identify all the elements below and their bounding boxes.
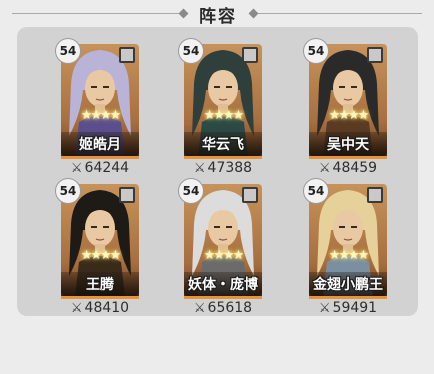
card-accent-bar bbox=[309, 156, 387, 159]
combat-power: ⚔ 48410 bbox=[51, 300, 149, 316]
hero-name: 王腾 bbox=[86, 277, 114, 293]
card-accent-bar bbox=[184, 296, 262, 299]
grid-menu-icon[interactable] bbox=[119, 187, 135, 203]
card-accent-bar bbox=[61, 156, 139, 159]
hero-card[interactable]: 54 ★★★★ 吴中天 ⚔ 48459 bbox=[303, 38, 387, 176]
crossed-swords-icon: ⚔ bbox=[318, 161, 331, 176]
hero-name: 姬皓月 bbox=[79, 137, 121, 153]
hero-card[interactable]: 54 ★★★★ 华云飞 ⚔ 47388 bbox=[178, 38, 262, 176]
header-ornament-left bbox=[178, 8, 189, 19]
grid-menu-icon[interactable] bbox=[367, 187, 383, 203]
combat-power-value: 48459 bbox=[332, 160, 378, 176]
hero-name: 吴中天 bbox=[327, 137, 369, 153]
card-accent-bar bbox=[309, 296, 387, 299]
hero-name: 华云飞 bbox=[202, 137, 244, 153]
level-badge: 54 bbox=[55, 178, 81, 204]
star-rating: ★★★★ bbox=[328, 108, 370, 123]
hero-card[interactable]: 54 ★★★★ 姬皓月 ⚔ 64244 bbox=[55, 38, 139, 176]
combat-power-value: 65618 bbox=[207, 300, 253, 316]
combat-power-value: 64244 bbox=[84, 160, 130, 176]
combat-power-value: 47388 bbox=[207, 160, 253, 176]
level-badge: 54 bbox=[178, 38, 204, 64]
level-badge: 54 bbox=[178, 178, 204, 204]
grid-menu-icon[interactable] bbox=[119, 47, 135, 63]
hero-card[interactable]: 54 ★★★★ 妖体・庞博 ⚔ 65618 bbox=[178, 178, 262, 316]
star-rating: ★★★★ bbox=[80, 248, 122, 263]
combat-power: ⚔ 65618 bbox=[174, 300, 272, 316]
hero-card[interactable]: 54 ★★★★ 王腾 ⚔ 48410 bbox=[55, 178, 139, 316]
grid-menu-icon[interactable] bbox=[367, 47, 383, 63]
level-badge: 54 bbox=[303, 178, 329, 204]
crossed-swords-icon: ⚔ bbox=[193, 301, 206, 316]
level-badge: 54 bbox=[55, 38, 81, 64]
crossed-swords-icon: ⚔ bbox=[193, 161, 206, 176]
combat-power: ⚔ 64244 bbox=[51, 160, 149, 176]
star-rating: ★★★★ bbox=[80, 108, 122, 123]
grid-menu-icon[interactable] bbox=[242, 187, 258, 203]
crossed-swords-icon: ⚔ bbox=[318, 301, 331, 316]
crossed-swords-icon: ⚔ bbox=[70, 161, 83, 176]
crossed-swords-icon: ⚔ bbox=[70, 301, 83, 316]
hero-name: 妖体・庞博 bbox=[188, 277, 258, 293]
hero-name: 金翅小鹏王 bbox=[313, 277, 383, 293]
combat-power: ⚔ 48459 bbox=[299, 160, 397, 176]
level-badge: 54 bbox=[303, 38, 329, 64]
page-title: 阵容 bbox=[199, 7, 237, 27]
card-accent-bar bbox=[184, 156, 262, 159]
star-rating: ★★★★ bbox=[203, 108, 245, 123]
header-divider-right bbox=[258, 13, 422, 14]
combat-power: ⚔ 59491 bbox=[299, 300, 397, 316]
combat-power-value: 48410 bbox=[84, 300, 130, 316]
star-rating: ★★★★ bbox=[203, 248, 245, 263]
card-accent-bar bbox=[61, 296, 139, 299]
combat-power: ⚔ 47388 bbox=[174, 160, 272, 176]
star-rating: ★★★★ bbox=[328, 248, 370, 263]
grid-menu-icon[interactable] bbox=[242, 47, 258, 63]
header-ornament-right bbox=[248, 8, 259, 19]
combat-power-value: 59491 bbox=[332, 300, 378, 316]
hero-card[interactable]: 54 ★★★★ 金翅小鹏王 ⚔ 59491 bbox=[303, 178, 387, 316]
section-header: 阵容 bbox=[0, 0, 434, 28]
header-divider-left bbox=[12, 13, 180, 14]
